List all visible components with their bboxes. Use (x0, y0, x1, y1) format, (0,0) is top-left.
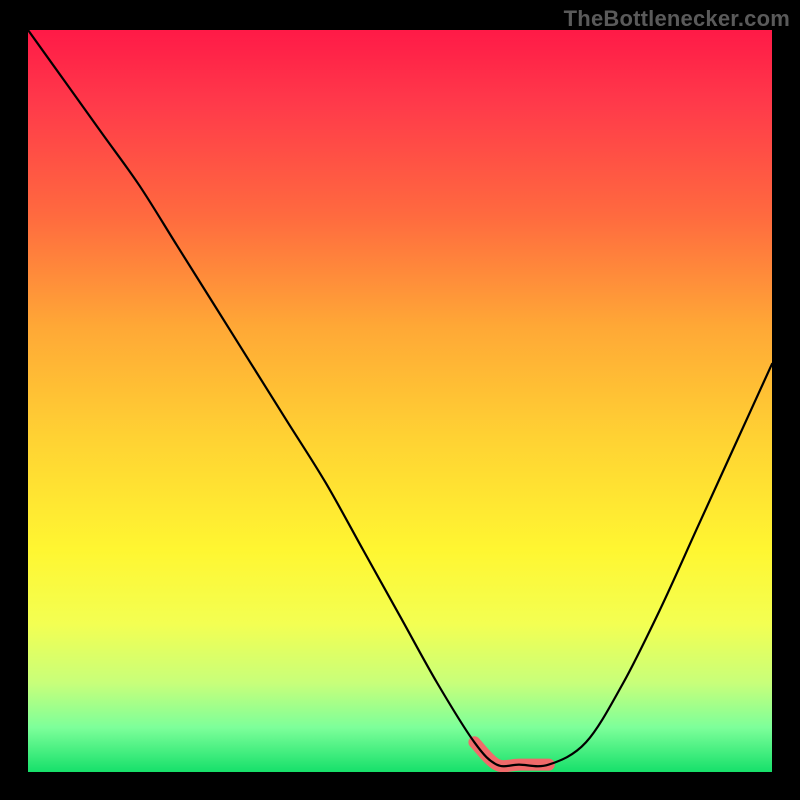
watermark-text: TheBottlenecker.com (564, 6, 790, 32)
chart-frame: TheBottlenecker.com (0, 0, 800, 800)
bottleneck-curve (28, 30, 772, 772)
plot-area (28, 30, 772, 772)
highlight-segment (474, 742, 548, 766)
curve-line (28, 30, 772, 766)
